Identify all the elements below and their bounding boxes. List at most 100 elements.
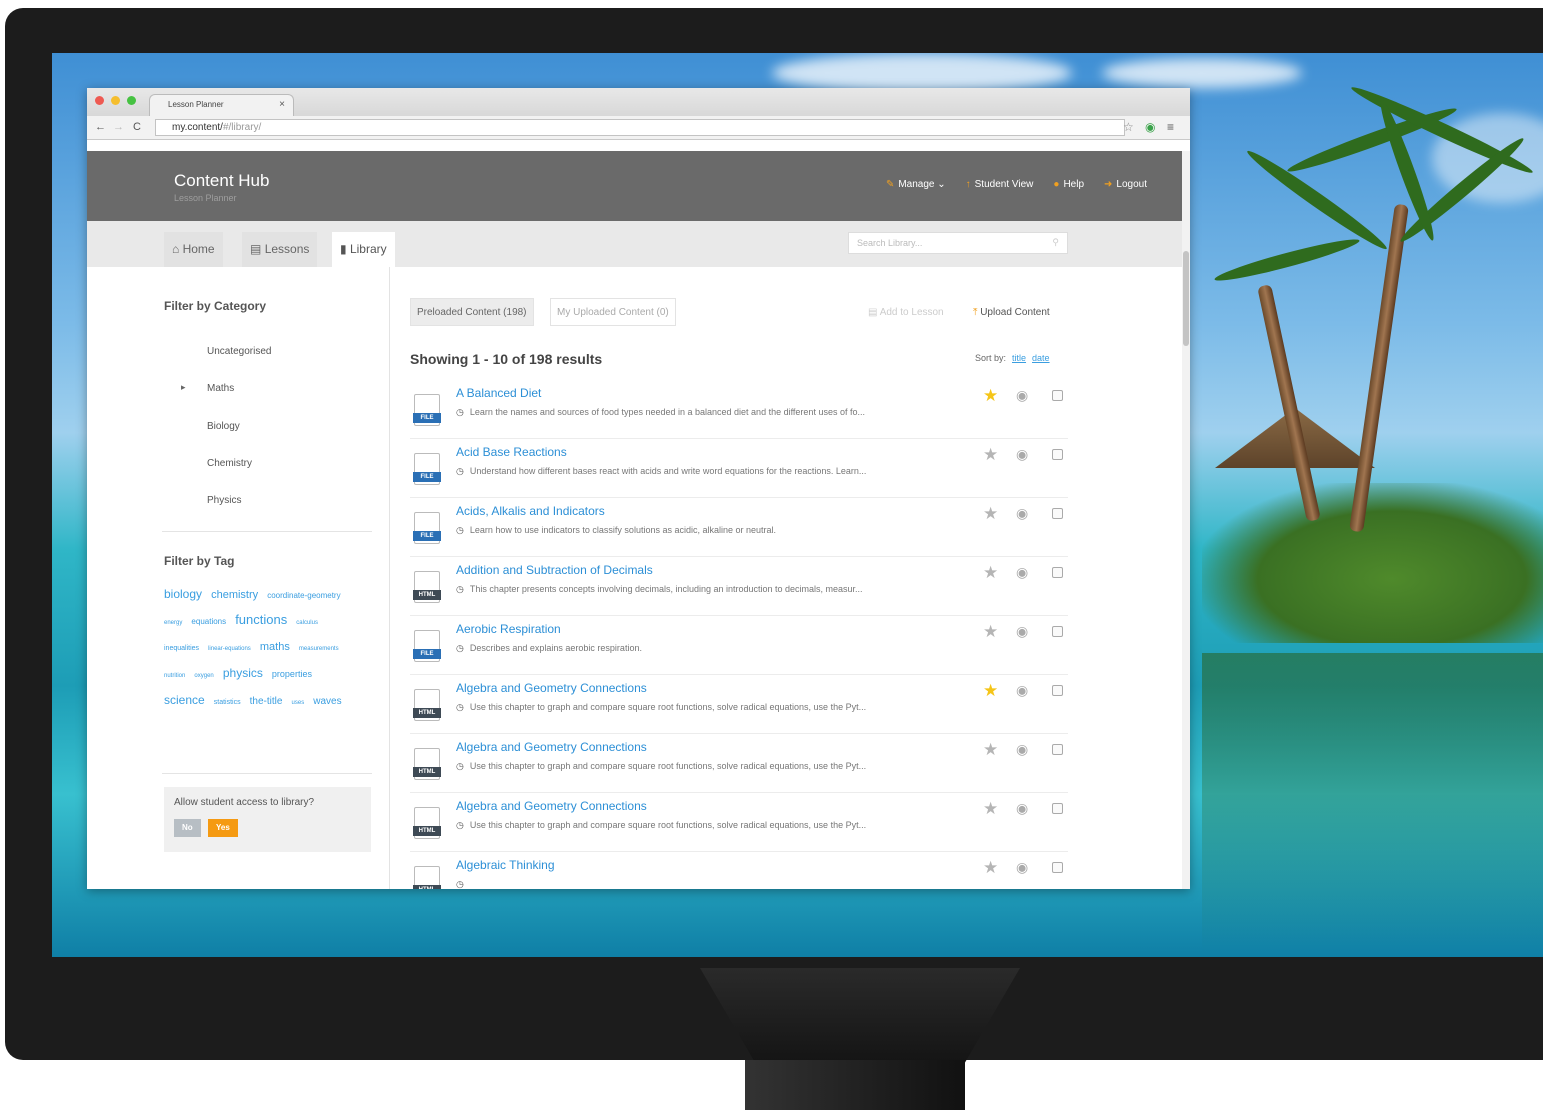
menu-icon[interactable]: ≡ [1167, 120, 1174, 134]
search-input[interactable]: Search Library... ⚲ [848, 232, 1068, 254]
tag-link[interactable]: energy [164, 620, 182, 626]
select-checkbox[interactable] [1052, 449, 1063, 460]
tag-link[interactable]: functions [235, 612, 287, 627]
help-link[interactable]: ● Help [1053, 179, 1084, 190]
add-to-lesson-button[interactable]: ▤ Add to Lesson [868, 307, 944, 318]
star-icon[interactable]: ★ [983, 681, 998, 701]
eye-icon[interactable]: ◉ [1016, 800, 1028, 817]
category-physics[interactable]: Physics [207, 495, 241, 506]
eye-icon[interactable]: ◉ [1016, 564, 1028, 581]
item-title[interactable]: Algebra and Geometry Connections [456, 740, 647, 754]
tab-library[interactable]: ▮ Library [332, 232, 395, 267]
manage-menu[interactable]: ✎ Manage ⌄ [886, 179, 946, 190]
eye-icon[interactable]: ◉ [1016, 387, 1028, 404]
select-checkbox[interactable] [1052, 744, 1063, 755]
select-checkbox[interactable] [1052, 803, 1063, 814]
tag-link[interactable]: properties [272, 669, 312, 679]
item-title[interactable]: Algebraic Thinking [456, 858, 555, 872]
select-checkbox[interactable] [1052, 390, 1063, 401]
minimize-window-icon[interactable] [111, 96, 120, 105]
browser-tab[interactable]: Lesson Planner × [149, 94, 294, 116]
list-item[interactable]: FILE Aerobic Respiration ◷ Describes and ex… [410, 616, 1068, 675]
close-window-icon[interactable] [95, 96, 104, 105]
tag-link[interactable]: linear-equations [208, 646, 251, 652]
tag-link[interactable]: coordinate-geometry [267, 591, 340, 600]
tab-lessons[interactable]: ▤ Lessons [242, 232, 318, 267]
tag-link[interactable]: calculus [296, 620, 318, 626]
tag-link[interactable]: maths [260, 641, 290, 653]
tab-home[interactable]: ⌂ Home [164, 232, 223, 267]
address-bar[interactable]: my.content/#/library/ [155, 119, 1125, 136]
category-maths[interactable]: Maths [207, 383, 234, 394]
tag-link[interactable]: oxygen [194, 673, 213, 679]
star-icon[interactable]: ★ [983, 740, 998, 760]
tag-link[interactable]: the-title [250, 696, 283, 707]
item-title[interactable]: Addition and Subtraction of Decimals [456, 563, 653, 577]
back-arrow-icon[interactable]: ← [95, 121, 106, 133]
eye-icon[interactable]: ◉ [1016, 446, 1028, 463]
category-biology[interactable]: Biology [207, 421, 240, 432]
tag-link[interactable]: chemistry [211, 589, 258, 601]
select-checkbox[interactable] [1052, 685, 1063, 696]
extension-icon[interactable]: ◉ [1145, 120, 1155, 134]
star-icon[interactable]: ★ [983, 799, 998, 819]
tag-link[interactable]: measurements [299, 646, 339, 652]
toggle-no[interactable]: No [174, 819, 201, 837]
tag-link[interactable]: waves [313, 696, 341, 707]
star-icon[interactable]: ★ [983, 563, 998, 583]
star-icon[interactable]: ★ [983, 445, 998, 465]
star-icon[interactable]: ★ [983, 622, 998, 642]
select-checkbox[interactable] [1052, 508, 1063, 519]
list-item[interactable]: FILE A Balanced Diet ◷ Learn the names and … [410, 380, 1068, 439]
list-item[interactable]: HTML Addition and Subtraction of Decimals… [410, 557, 1068, 616]
tag-link[interactable]: statistics [214, 699, 241, 706]
star-icon[interactable]: ★ [983, 386, 998, 406]
eye-icon[interactable]: ◉ [1016, 505, 1028, 522]
select-checkbox[interactable] [1052, 567, 1063, 578]
student-view-link[interactable]: ↑ Student View [966, 179, 1034, 190]
tag-link[interactable]: uses [292, 700, 305, 706]
tag-link[interactable]: biology [164, 587, 202, 601]
close-tab-icon[interactable]: × [279, 99, 285, 110]
eye-icon[interactable]: ◉ [1016, 741, 1028, 758]
item-title[interactable]: A Balanced Diet [456, 386, 541, 400]
list-item[interactable]: HTML Algebra and Geometry Connections ◷ Use… [410, 675, 1068, 734]
tag-link[interactable]: inequalities [164, 645, 199, 652]
list-item[interactable]: HTML Algebraic Thinking ◷ ★ ◉ [410, 852, 1068, 889]
select-checkbox[interactable] [1052, 626, 1063, 637]
select-checkbox[interactable] [1052, 862, 1063, 873]
category-uncategorised[interactable]: Uncategorised [207, 346, 271, 357]
tab-uploaded-content[interactable]: My Uploaded Content (0) [550, 298, 676, 326]
forward-arrow-icon[interactable]: → [113, 121, 124, 133]
upload-content-button[interactable]: ⤒ Upload Content [973, 307, 1050, 318]
list-item[interactable]: FILE Acids, Alkalis and Indicators ◷ Learn … [410, 498, 1068, 557]
star-icon[interactable]: ★ [983, 504, 998, 524]
caret-right-icon[interactable]: ▸ [181, 382, 186, 393]
tag-link[interactable]: equations [191, 617, 226, 626]
sort-by-title[interactable]: title [1012, 353, 1026, 363]
logout-link[interactable]: ➜ Logout [1104, 179, 1147, 190]
star-icon[interactable]: ★ [983, 858, 998, 878]
maximize-window-icon[interactable] [127, 96, 136, 105]
page-scrollbar[interactable] [1182, 151, 1190, 889]
eye-icon[interactable]: ◉ [1016, 682, 1028, 699]
tag-link[interactable]: nutrition [164, 673, 185, 679]
eye-icon[interactable]: ◉ [1016, 623, 1028, 640]
list-item[interactable]: HTML Algebra and Geometry Connections ◷ Use… [410, 734, 1068, 793]
tab-preloaded-content[interactable]: Preloaded Content (198) [410, 298, 534, 326]
list-item[interactable]: HTML Algebra and Geometry Connections ◷ Use… [410, 793, 1068, 852]
item-title[interactable]: Aerobic Respiration [456, 622, 561, 636]
item-title[interactable]: Algebra and Geometry Connections [456, 799, 647, 813]
toggle-yes[interactable]: Yes [208, 819, 238, 837]
category-chemistry[interactable]: Chemistry [207, 458, 252, 469]
eye-icon[interactable]: ◉ [1016, 859, 1028, 876]
item-title[interactable]: Acid Base Reactions [456, 445, 567, 459]
sort-by-date[interactable]: date [1032, 353, 1050, 363]
item-title[interactable]: Algebra and Geometry Connections [456, 681, 647, 695]
list-item[interactable]: FILE Acid Base Reactions ◷ Understand how d… [410, 439, 1068, 498]
reload-icon[interactable]: C [133, 121, 141, 133]
scrollbar-thumb[interactable] [1183, 251, 1189, 346]
tag-link[interactable]: physics [223, 666, 263, 680]
tag-link[interactable]: science [164, 693, 205, 707]
item-title[interactable]: Acids, Alkalis and Indicators [456, 504, 605, 518]
